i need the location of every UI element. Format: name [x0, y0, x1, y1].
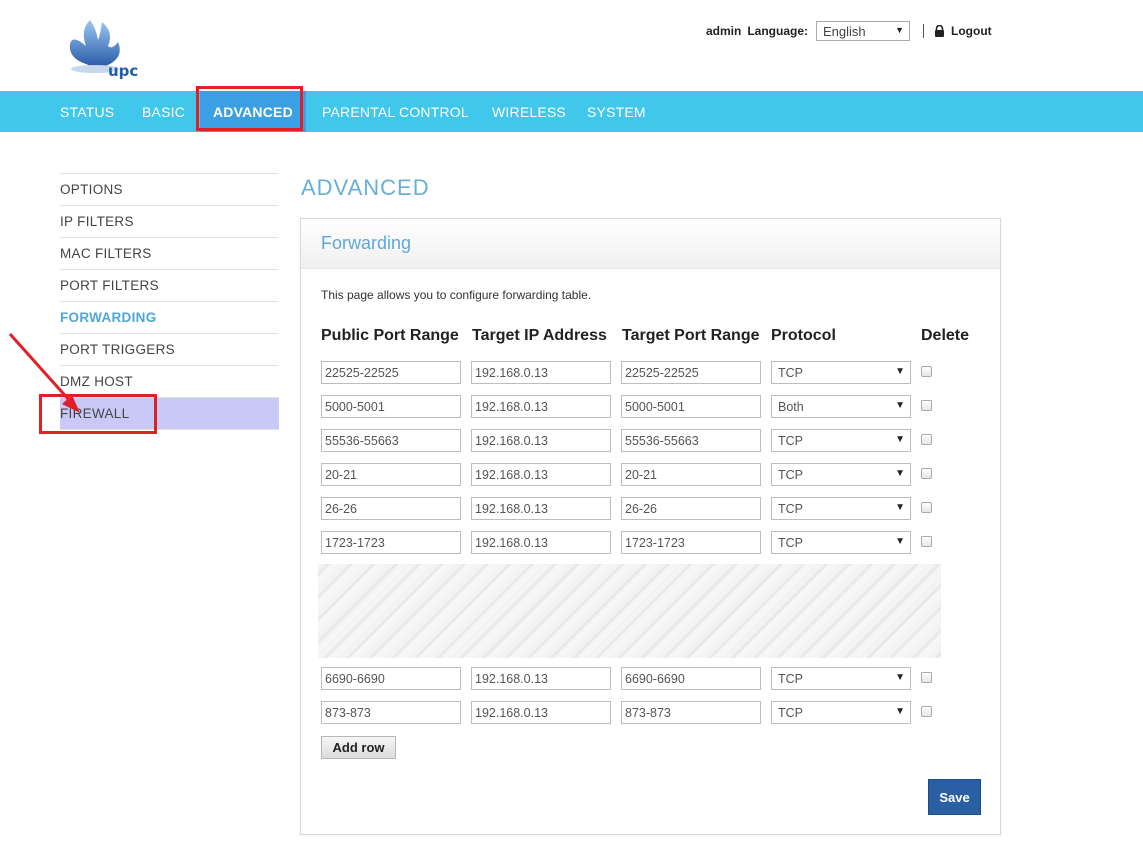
target-port-range-input[interactable]: 20-21 [621, 463, 761, 486]
target-ip-input[interactable]: 192.168.0.13 [471, 701, 611, 724]
public-port-range-input[interactable]: 55536-55663 [321, 429, 461, 452]
panel-title: Forwarding [321, 233, 412, 253]
delete-checkbox[interactable] [921, 468, 932, 479]
chevron-down-icon: ▼ [895, 366, 905, 377]
column-header-target-port-range: Target Port Range [622, 327, 760, 344]
target-port-range-input[interactable]: 26-26 [621, 497, 761, 520]
chevron-down-icon: ▼ [895, 400, 905, 411]
username: admin [706, 24, 742, 38]
delete-checkbox[interactable] [921, 536, 932, 547]
public-port-range-input[interactable]: 20-21 [321, 463, 461, 486]
logo-text: upc [108, 62, 139, 80]
protocol-select[interactable]: TCP ▼ [771, 361, 911, 384]
public-port-range-input[interactable]: 22525-22525 [321, 361, 461, 384]
target-ip-input[interactable]: 192.168.0.13 [471, 531, 611, 554]
column-header-target-ip-address: Target IP Address [472, 327, 607, 344]
chevron-down-icon: ▼ [895, 502, 905, 513]
forwarding-panel: Forwarding This page allows you to confi… [300, 218, 1001, 835]
public-port-range-input[interactable]: 5000-5001 [321, 395, 461, 418]
protocol-select[interactable]: TCP ▼ [771, 701, 911, 724]
logout-button[interactable]: Logout [934, 24, 992, 38]
lock-icon [935, 25, 945, 37]
redacted-rows-placeholder [318, 564, 941, 658]
target-port-range-input[interactable]: 55536-55663 [621, 429, 761, 452]
sidebar-item-mac-filters[interactable]: MAC FILTERS [60, 237, 279, 269]
chevron-down-icon: ▼ [895, 536, 905, 547]
nav-system[interactable]: SYSTEM [587, 91, 646, 132]
table-row: 26-26 192.168.0.13 26-26 TCP ▼ [301, 497, 1001, 521]
chevron-down-icon: ▼ [895, 25, 905, 35]
protocol-value: TCP [778, 468, 803, 482]
table-row: 20-21 192.168.0.13 20-21 TCP ▼ [301, 463, 1001, 487]
table-row: 22525-22525 192.168.0.13 22525-22525 TCP… [301, 361, 1001, 385]
logout-label: Logout [951, 24, 992, 38]
column-header-public-port-range: Public Port Range [321, 327, 459, 344]
delete-checkbox[interactable] [921, 400, 932, 411]
protocol-value: TCP [778, 366, 803, 380]
sidebar-item-options[interactable]: OPTIONS [60, 173, 279, 205]
language-select[interactable]: English ▼ [816, 21, 911, 41]
protocol-value: TCP [778, 706, 803, 720]
table-row: 1723-1723 192.168.0.13 1723-1723 TCP ▼ [301, 531, 1001, 555]
target-ip-input[interactable]: 192.168.0.13 [471, 361, 611, 384]
panel-description: This page allows you to configure forwar… [321, 288, 592, 302]
protocol-value: Both [778, 400, 804, 414]
target-port-range-input[interactable]: 873-873 [621, 701, 761, 724]
target-ip-input[interactable]: 192.168.0.13 [471, 429, 611, 452]
protocol-select[interactable]: TCP ▼ [771, 463, 911, 486]
public-port-range-input[interactable]: 6690-6690 [321, 667, 461, 690]
nav-basic[interactable]: BASIC [142, 91, 185, 132]
protocol-value: TCP [778, 502, 803, 516]
table-row: 6690-6690 192.168.0.13 6690-6690 TCP ▼ [301, 667, 1001, 691]
nav-wireless[interactable]: WIRELESS [492, 91, 566, 132]
column-header-protocol: Protocol [771, 327, 836, 344]
protocol-select[interactable]: TCP ▼ [771, 667, 911, 690]
target-port-range-input[interactable]: 22525-22525 [621, 361, 761, 384]
delete-checkbox[interactable] [921, 706, 932, 717]
public-port-range-input[interactable]: 26-26 [321, 497, 461, 520]
main-nav: STATUS BASIC ADVANCED PARENTAL CONTROL W… [0, 91, 1143, 132]
highlight-box-advanced [196, 86, 303, 131]
target-ip-input[interactable]: 192.168.0.13 [471, 463, 611, 486]
target-port-range-input[interactable]: 5000-5001 [621, 395, 761, 418]
page-title: ADVANCED [301, 175, 430, 200]
delete-checkbox[interactable] [921, 366, 932, 377]
target-ip-input[interactable]: 192.168.0.13 [471, 667, 611, 690]
chevron-down-icon: ▼ [895, 434, 905, 445]
protocol-select[interactable]: TCP ▼ [771, 497, 911, 520]
chevron-down-icon: ▼ [895, 706, 905, 717]
delete-checkbox[interactable] [921, 434, 932, 445]
add-row-button[interactable]: Add row [321, 736, 396, 759]
target-port-range-input[interactable]: 1723-1723 [621, 531, 761, 554]
nav-parental-control[interactable]: PARENTAL CONTROL [322, 91, 469, 132]
delete-checkbox[interactable] [921, 672, 932, 683]
target-port-range-input[interactable]: 6690-6690 [621, 667, 761, 690]
protocol-select[interactable]: TCP ▼ [771, 531, 911, 554]
chevron-down-icon: ▼ [895, 672, 905, 683]
protocol-value: TCP [778, 672, 803, 686]
chevron-down-icon: ▼ [895, 468, 905, 479]
target-ip-input[interactable]: 192.168.0.13 [471, 497, 611, 520]
table-row: 5000-5001 192.168.0.13 5000-5001 Both ▼ [301, 395, 1001, 419]
protocol-value: TCP [778, 434, 803, 448]
save-button[interactable]: Save [928, 779, 981, 815]
sidebar-item-ip-filters[interactable]: IP FILTERS [60, 205, 279, 237]
target-ip-input[interactable]: 192.168.0.13 [471, 395, 611, 418]
nav-status[interactable]: STATUS [60, 91, 114, 132]
top-bar: admin Language: English ▼ Logout [706, 20, 992, 42]
protocol-select[interactable]: TCP ▼ [771, 429, 911, 452]
column-header-delete: Delete [921, 327, 970, 344]
language-value: English [823, 24, 866, 39]
language-label: Language: [747, 24, 809, 38]
table-row: 873-873 192.168.0.13 873-873 TCP ▼ [301, 701, 1001, 725]
divider [923, 24, 925, 38]
protocol-value: TCP [778, 536, 803, 550]
protocol-select[interactable]: Both ▼ [771, 395, 911, 418]
annotation-arrow [8, 332, 80, 413]
public-port-range-input[interactable]: 1723-1723 [321, 531, 461, 554]
sidebar-item-port-filters[interactable]: PORT FILTERS [60, 269, 279, 301]
table-row: 55536-55663 192.168.0.13 55536-55663 TCP… [301, 429, 1001, 453]
public-port-range-input[interactable]: 873-873 [321, 701, 461, 724]
delete-checkbox[interactable] [921, 502, 932, 513]
